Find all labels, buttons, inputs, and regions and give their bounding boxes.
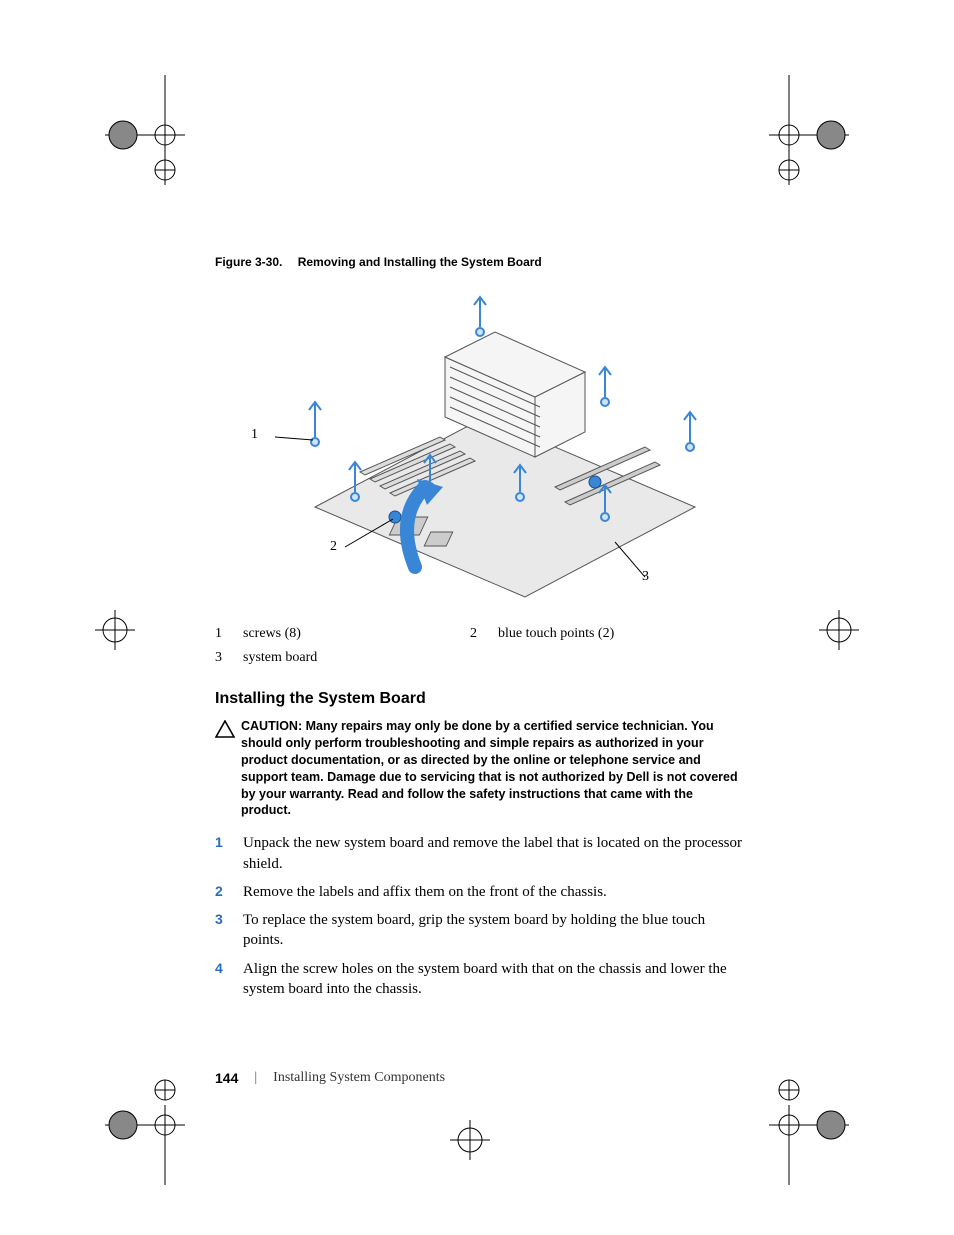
step-text: Unpack the new system board and remove t… [243,833,745,874]
crop-mark-bottom-left [75,1075,185,1190]
caution-text: CAUTION: Many repairs may only be done b… [241,718,745,819]
legend-item-3: 3 system board [215,646,470,670]
step-text: Align the screw holes on the system boar… [243,959,745,1000]
legend-num: 2 [470,626,498,642]
procedure-steps: Unpack the new system board and remove t… [215,833,745,999]
footer-separator: | [254,1070,257,1086]
figure-illustration: 1 2 3 [245,287,715,607]
caution-block: CAUTION: Many repairs may only be done b… [215,718,745,819]
step-1: Unpack the new system board and remove t… [215,833,745,874]
figure-title: Removing and Installing the System Board [298,255,542,269]
step-text: Remove the labels and affix them on the … [243,882,607,902]
crop-mark-top-left [75,75,185,190]
figure-callout-3: 3 [642,569,649,585]
page-number: 144 [215,1070,238,1086]
caution-label: CAUTION: [241,719,302,733]
caution-icon [215,718,241,743]
legend-num: 1 [215,626,243,642]
system-board-diagram [245,287,715,607]
crop-mark-bottom-center [440,1110,500,1175]
figure-number: Figure 3-30. [215,255,282,269]
crop-mark-bottom-right [769,1075,879,1190]
legend-text: screws (8) [243,626,301,642]
legend-text: blue touch points (2) [498,626,614,642]
legend-item-1: 1 screws (8) [215,622,470,646]
step-3: To replace the system board, grip the sy… [215,910,745,951]
footer-section: Installing System Components [273,1070,445,1086]
page-footer: 144 | Installing System Components [215,1070,745,1086]
step-text: To replace the system board, grip the sy… [243,910,745,951]
figure-caption: Figure 3-30. Removing and Installing the… [215,255,745,269]
crop-mark-mid-left [85,600,145,665]
figure-callout-2: 2 [330,539,337,555]
figure-callout-1: 1 [251,427,258,443]
legend-item-2: 2 blue touch points (2) [470,622,725,646]
page-content: Figure 3-30. Removing and Installing the… [215,255,745,1007]
caution-body: Many repairs may only be done by a certi… [241,719,738,817]
crop-mark-mid-right [809,600,869,665]
legend-num: 3 [215,650,243,666]
crop-mark-top-right [769,75,879,190]
step-4: Align the screw holes on the system boar… [215,959,745,1000]
step-2: Remove the labels and affix them on the … [215,882,745,902]
figure-legend: 1 screws (8) 2 blue touch points (2) 3 s… [215,622,735,670]
legend-text: system board [243,650,317,666]
section-heading: Installing the System Board [215,690,745,708]
